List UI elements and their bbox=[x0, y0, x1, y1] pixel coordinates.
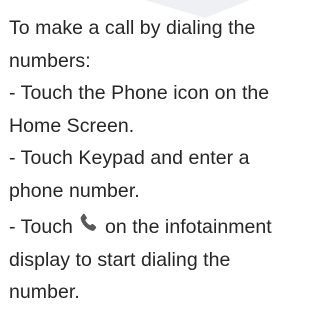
instruction-line-3: - Touch the Phone icon on the bbox=[9, 82, 270, 104]
instruction-line-2: numbers: bbox=[9, 49, 91, 72]
touch-text: - Touch bbox=[9, 216, 73, 238]
instruction-line-1: To make a call by dialing the bbox=[9, 17, 256, 39]
instruction-line-5: - Touch Keypad and enter a bbox=[9, 147, 250, 169]
phone-handset-icon bbox=[80, 213, 97, 231]
instruction-line-6: phone number. bbox=[9, 179, 140, 202]
infotainment-text: on the infotainment bbox=[104, 216, 272, 238]
instruction-line-9: number. bbox=[9, 281, 80, 303]
instruction-line-8: display to start dialing the bbox=[9, 248, 231, 271]
call-dialing-instructions: To make a call by dialing the numbers: -… bbox=[9, 12, 320, 309]
instruction-line-7: - Touch on the infotainment bbox=[9, 211, 320, 244]
instruction-line-4: Home Screen. bbox=[9, 114, 135, 137]
